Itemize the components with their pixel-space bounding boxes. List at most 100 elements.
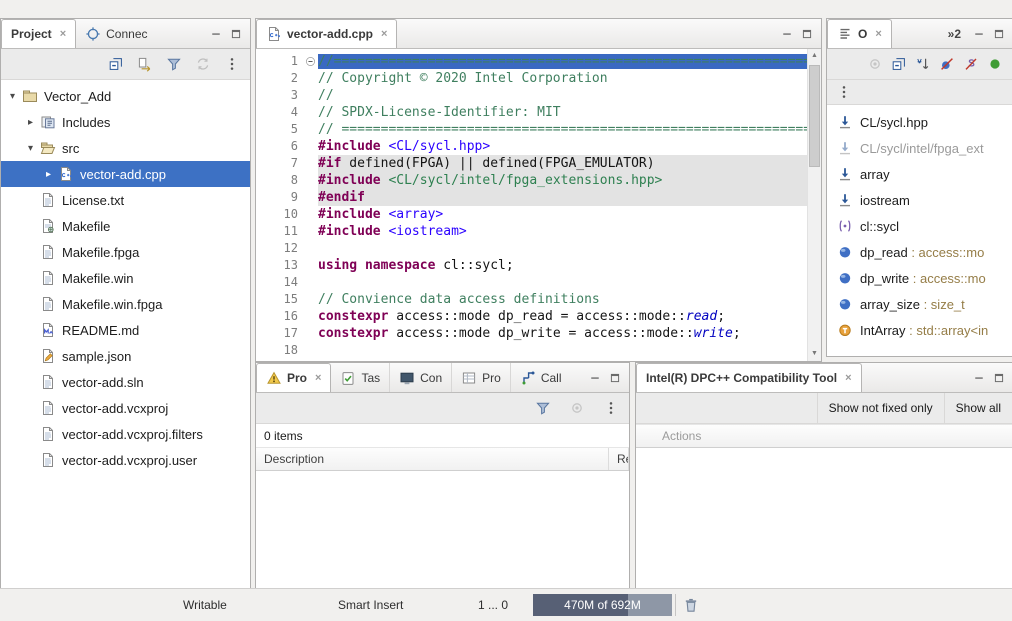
tab-vector-add-cpp[interactable]: vector-add.cpp× <box>256 19 397 48</box>
tree-item-makefile-fpga[interactable]: Makefile.fpga <box>1 239 250 265</box>
code-line[interactable]: 8#include <CL/sycl/intel/fpga_extensions… <box>256 172 808 189</box>
outline-item-cl-sycl-hpp[interactable]: CL/sycl.hpp <box>827 109 1012 135</box>
outline-tabbar: O× »2 <box>827 19 1012 49</box>
code-line[interactable]: 18 <box>256 342 808 359</box>
tree-item-vector-add-vcxproj[interactable]: vector-add.vcxproj <box>1 395 250 421</box>
tab-pro[interactable]: Pro <box>451 363 510 392</box>
fold-collapse-icon[interactable] <box>302 53 318 70</box>
scroll-down-arrow-icon[interactable]: ▼ <box>808 348 821 360</box>
tab-pro[interactable]: Pro× <box>256 363 331 392</box>
expander-collapsed-icon[interactable]: ▸ <box>23 117 38 128</box>
tab-connec[interactable]: Connec <box>76 19 156 48</box>
tree-item-includes[interactable]: ▸Includes <box>1 109 250 135</box>
tree-item-vector-add-sln[interactable]: vector-add.sln <box>1 369 250 395</box>
view-menu-button[interactable] <box>836 84 852 100</box>
minimize-icon[interactable] <box>589 372 601 384</box>
tab-close-icon[interactable]: × <box>381 28 387 40</box>
tab-project[interactable]: Project× <box>1 19 76 48</box>
run-garbage-collector-icon[interactable] <box>682 596 700 614</box>
code-line[interactable]: 15// Convience data access definitions <box>256 291 808 308</box>
code-line[interactable]: 14 <box>256 274 808 291</box>
tree-item-readme-md[interactable]: README.md <box>1 317 250 343</box>
tab-close-icon[interactable]: × <box>315 372 321 384</box>
code-editor[interactable]: 1//=====================================… <box>256 49 808 361</box>
hide-static-button[interactable] <box>963 56 979 72</box>
tab-close-icon[interactable]: × <box>845 372 851 384</box>
code-line[interactable]: 7#if defined(FPGA) || defined(FPGA_EMULA… <box>256 155 808 172</box>
tab-intel-r-dpc-compatibility-tool[interactable]: Intel(R) DPC++ Compatibility Tool× <box>636 363 862 392</box>
minimize-icon[interactable] <box>210 28 222 40</box>
tree-item-makefile-win-fpga[interactable]: Makefile.win.fpga <box>1 291 250 317</box>
hide-nonpublic-button[interactable] <box>987 56 1003 72</box>
code-line[interactable]: 6#include <CL/sycl.hpp> <box>256 138 808 155</box>
outline-item-iostream[interactable]: iostream <box>827 187 1012 213</box>
tree-item-makefile-win[interactable]: Makefile.win <box>1 265 250 291</box>
editor-vertical-scrollbar[interactable]: ▲ ▼ <box>807 49 821 361</box>
tab-overflow-count[interactable]: »2 <box>944 19 965 48</box>
maximize-icon[interactable] <box>801 28 813 40</box>
heap-status[interactable]: 470M of 692M <box>533 594 672 616</box>
outline-item-cl-sycl-intel-fpga-ext[interactable]: CL/sycl/intel/fpga_ext <box>827 135 1012 161</box>
code-line[interactable]: 17constexpr access::mode dp_write = acce… <box>256 325 808 342</box>
tab-o[interactable]: O× <box>827 19 892 48</box>
outline-item-dp-read[interactable]: dp_read : access::mo <box>827 239 1012 265</box>
expander-collapsed-icon[interactable]: ▸ <box>41 169 56 180</box>
code-line[interactable]: 3// <box>256 87 808 104</box>
minimize-icon[interactable] <box>973 28 985 40</box>
tab-tas[interactable]: Tas <box>331 363 389 392</box>
filter-button[interactable] <box>166 56 182 72</box>
code-line[interactable]: 13using namespace cl::sycl; <box>256 257 808 274</box>
code-line[interactable]: 4// SPDX-License-Identifier: MIT <box>256 104 808 121</box>
code-line[interactable]: 11#include <iostream> <box>256 223 808 240</box>
code-line[interactable]: 1//=====================================… <box>256 53 808 70</box>
tab-close-icon[interactable]: × <box>875 28 881 40</box>
sort-alpha-button[interactable] <box>915 56 931 72</box>
maximize-icon[interactable] <box>993 28 1005 40</box>
code-line[interactable]: 16constexpr access::mode dp_read = acces… <box>256 308 808 325</box>
outline-item-dp-write[interactable]: dp_write : access::mo <box>827 265 1012 291</box>
expander-expanded-icon[interactable]: ▾ <box>23 143 38 154</box>
minimize-icon[interactable] <box>781 28 793 40</box>
collapse-all-button[interactable] <box>108 56 124 72</box>
show-all-button[interactable]: Show all <box>944 393 1012 423</box>
maximize-icon[interactable] <box>609 372 621 384</box>
outline-item-cl-sycl[interactable]: cl::sycl <box>827 213 1012 239</box>
outline-item-array[interactable]: array <box>827 161 1012 187</box>
code-line[interactable]: 5// ====================================… <box>256 121 808 138</box>
tree-item-sample-json[interactable]: sample.json <box>1 343 250 369</box>
tree-item-vector-add[interactable]: ▾Vector_Add <box>1 83 250 109</box>
collapse-all-button[interactable] <box>891 56 907 72</box>
code-line[interactable]: 9#endif <box>256 189 808 206</box>
tab-con[interactable]: Con <box>389 363 451 392</box>
tab-close-icon[interactable]: × <box>60 28 66 40</box>
line-number: 15 <box>256 291 302 308</box>
code-line[interactable]: 2// Copyright © 2020 Intel Corporation <box>256 70 808 87</box>
outline-item-array-size[interactable]: array_size : size_t <box>827 291 1012 317</box>
tree-item-vector-add-cpp[interactable]: ▸vector-add.cpp <box>1 161 250 187</box>
expander-expanded-icon[interactable]: ▾ <box>5 91 20 102</box>
tree-item-vector-add-vcxproj-filters[interactable]: vector-add.vcxproj.filters <box>1 421 250 447</box>
tab-call[interactable]: Call <box>510 363 571 392</box>
view-menu-button[interactable] <box>224 56 240 72</box>
column-header-description[interactable]: Description <box>256 448 609 470</box>
scroll-up-arrow-icon[interactable]: ▲ <box>808 50 821 62</box>
tree-item-src[interactable]: ▾src <box>1 135 250 161</box>
minimize-icon[interactable] <box>973 372 985 384</box>
status-cursor-position: 1 ... 0 <box>478 589 508 621</box>
tree-item-license-txt[interactable]: License.txt <box>1 187 250 213</box>
hide-fields-button[interactable] <box>939 56 955 72</box>
scrollbar-thumb[interactable] <box>809 65 820 167</box>
tree-item-makefile[interactable]: Makefile <box>1 213 250 239</box>
view-menu-button[interactable] <box>603 400 619 416</box>
column-header-actions[interactable]: Actions <box>636 425 1012 447</box>
maximize-icon[interactable] <box>993 372 1005 384</box>
link-with-editor-button[interactable] <box>137 56 153 72</box>
show-not-fixed-only-button[interactable]: Show not fixed only <box>817 393 944 423</box>
outline-item-intarray[interactable]: IntArray : std::array<in <box>827 317 1012 343</box>
filter-button[interactable] <box>535 400 551 416</box>
maximize-icon[interactable] <box>230 28 242 40</box>
tree-item-vector-add-vcxproj-user[interactable]: vector-add.vcxproj.user <box>1 447 250 473</box>
code-line[interactable]: 10#include <array> <box>256 206 808 223</box>
column-header-resource[interactable]: Re <box>609 448 629 470</box>
code-line[interactable]: 12 <box>256 240 808 257</box>
